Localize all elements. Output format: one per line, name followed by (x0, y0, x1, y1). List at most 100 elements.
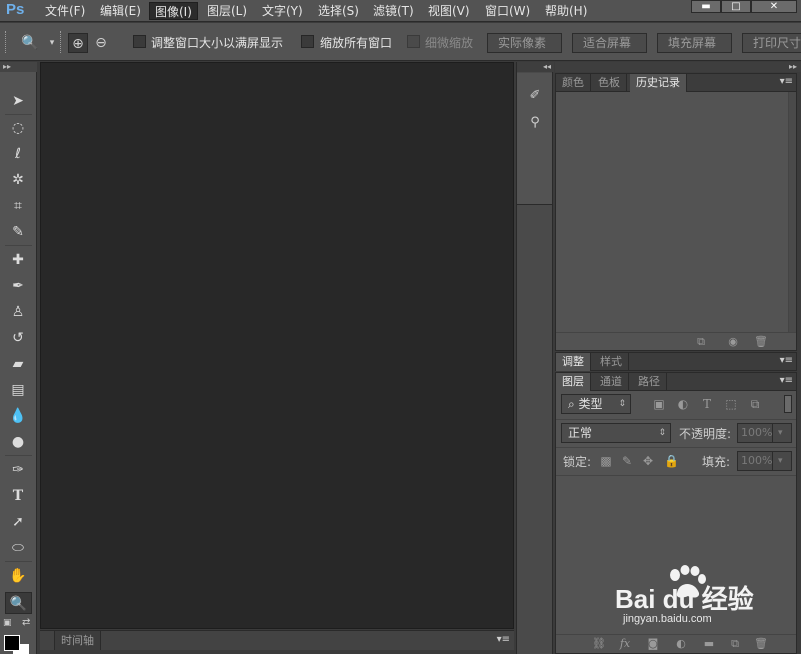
brushes-icon[interactable]: ✐ (526, 87, 544, 105)
menu-select[interactable]: 选择(S) (313, 2, 364, 20)
timeline-menu-icon[interactable]: ▾≡ (497, 634, 510, 645)
zoom-tool-preset-icon[interactable]: 🔍 (20, 33, 40, 53)
blur-tool-icon[interactable]: 💧 (7, 405, 29, 427)
brush-presets-icon[interactable]: ⚲ (526, 114, 544, 132)
blend-mode-value: 正常 (568, 426, 593, 440)
foreground-color-swatch[interactable] (4, 635, 20, 651)
lock-label: 锁定: (563, 455, 592, 469)
history-brush-tool-icon[interactable]: ↺ (7, 327, 29, 349)
fill-input[interactable]: 100% (737, 451, 773, 471)
menu-window[interactable]: 窗口(W) (480, 2, 535, 20)
zoom-tool-icon[interactable]: 🔍 (5, 592, 32, 614)
filter-smart-object-icon[interactable]: ⧉ (748, 397, 762, 411)
filter-adjustment-layer-icon[interactable]: ◐ (676, 397, 690, 411)
tools-collapse-icon[interactable]: ▸▸ (0, 62, 37, 72)
path-selection-tool-icon[interactable]: ➚ (7, 511, 29, 533)
new-layer-icon[interactable]: ⧉ (728, 637, 742, 651)
menu-help[interactable]: 帮助(H) (540, 2, 592, 20)
move-tool-icon[interactable]: ➤ (7, 90, 29, 112)
tab-styles[interactable]: 样式 (594, 353, 629, 371)
history-panel-menu-icon[interactable]: ▾≡ (780, 76, 793, 87)
new-group-icon[interactable]: ▬ (702, 637, 716, 651)
layers-panel-menu-icon[interactable]: ▾≡ (780, 375, 793, 386)
add-mask-icon[interactable]: ◙ (646, 637, 660, 651)
layers-separator (556, 475, 796, 476)
pen-tool-icon[interactable]: ✑ (7, 459, 29, 481)
adjustments-panel-menu-icon[interactable]: ▾≡ (780, 355, 793, 366)
maximize-button[interactable]: □ (721, 0, 751, 13)
link-layers-icon[interactable]: ⛓ (592, 637, 606, 651)
dock-expand-icon[interactable]: ◂◂ (517, 62, 554, 72)
timeline-panel: 时间轴 ▾≡ (40, 630, 514, 650)
opacity-dropdown-icon[interactable]: ▾ (772, 423, 792, 443)
tab-channels[interactable]: 通道 (594, 373, 629, 391)
history-panel: 颜色 色板 历史记录 ▾≡ ⧉ ◉ 🗑 (555, 73, 797, 351)
lasso-tool-icon[interactable]: ℓ (7, 143, 29, 165)
crop-tool-icon[interactable]: ⌗ (7, 195, 29, 217)
fill-dropdown-icon[interactable]: ▾ (772, 451, 792, 471)
lock-image-pixels-icon[interactable]: ✎ (620, 454, 634, 468)
filter-type-layer-icon[interactable]: T (700, 397, 714, 411)
close-button[interactable]: ✕ (751, 0, 797, 13)
print-size-button[interactable]: 打印尺寸 (742, 33, 801, 53)
dodge-tool-icon[interactable]: ● (7, 431, 29, 453)
document-canvas-area[interactable] (40, 62, 514, 629)
menu-type[interactable]: 文字(Y) (257, 2, 308, 20)
clone-stamp-tool-icon[interactable]: ♙ (7, 301, 29, 323)
actual-pixels-button[interactable]: 实际像素 (487, 33, 562, 53)
tab-layers[interactable]: 图层 (556, 373, 591, 391)
filter-shape-layer-icon[interactable]: ⬚ (724, 397, 738, 411)
healing-brush-tool-icon[interactable]: ✚ (7, 249, 29, 271)
minimize-button[interactable]: ▬ (691, 0, 721, 13)
zoom-all-windows-checkbox[interactable] (301, 35, 314, 48)
layer-filter-kind-select[interactable]: ⌕ 类型 ⇕ (561, 394, 631, 414)
delete-state-icon[interactable]: 🗑 (754, 335, 768, 349)
lock-position-icon[interactable]: ✥ (641, 454, 655, 468)
menu-image[interactable]: 图像(I) (149, 2, 198, 20)
tab-paths[interactable]: 路径 (632, 373, 667, 391)
menu-view[interactable]: 视图(V) (423, 2, 475, 20)
lock-transparent-pixels-icon[interactable]: ▩ (599, 454, 613, 468)
tab-history[interactable]: 历史记录 (630, 74, 687, 92)
tab-adjustments[interactable]: 调整 (556, 353, 591, 371)
eraser-tool-icon[interactable]: ▰ (7, 353, 29, 375)
menu-filter[interactable]: 滤镜(T) (368, 2, 419, 20)
opacity-input[interactable]: 100% (737, 423, 773, 443)
tab-timeline[interactable]: 时间轴 (54, 631, 101, 650)
tab-swatches[interactable]: 色板 (592, 74, 627, 92)
zoom-in-icon[interactable]: ⊕ (68, 33, 88, 53)
brush-tool-icon[interactable]: ✒ (7, 275, 29, 297)
ellipse-tool-icon[interactable]: ⬭ (7, 537, 29, 559)
scrubby-zoom-checkbox[interactable] (407, 35, 420, 48)
filter-pixel-layer-icon[interactable]: ▣ (652, 397, 666, 411)
tab-color[interactable]: 颜色 (556, 74, 591, 92)
eyedropper-tool-icon[interactable]: ✎ (7, 221, 29, 243)
fill-screen-button[interactable]: 填充屏幕 (657, 33, 732, 53)
options-bar-grip[interactable] (5, 31, 8, 53)
menu-file[interactable]: 文件(F) (40, 2, 90, 20)
preset-dropdown-arrow-icon[interactable]: ▾ (42, 33, 62, 53)
fit-screen-button[interactable]: 适合屏幕 (572, 33, 647, 53)
zoom-out-icon[interactable]: ⊖ (91, 33, 111, 53)
menu-layer[interactable]: 图层(L) (202, 2, 252, 20)
magic-wand-tool-icon[interactable]: ✲ (7, 169, 29, 191)
type-tool-icon[interactable]: T (7, 485, 29, 507)
panels-collapse-icon[interactable]: ▸▸ (555, 62, 801, 72)
swap-colors-icon[interactable]: ⇄ (22, 617, 30, 628)
delete-layer-icon[interactable]: 🗑 (754, 637, 768, 651)
blend-mode-select[interactable]: 正常 ⇕ (561, 423, 671, 443)
new-document-from-state-icon[interactable]: ⧉ (694, 335, 708, 349)
lock-all-icon[interactable]: 🔒 (664, 454, 679, 468)
hand-tool-icon[interactable]: ✋ (7, 565, 29, 587)
layer-style-icon[interactable]: fx (618, 637, 632, 651)
new-snapshot-icon[interactable]: ◉ (726, 335, 740, 349)
default-colors-icon[interactable]: ▣ (3, 618, 12, 628)
menu-edit[interactable]: 编辑(E) (95, 2, 146, 20)
filter-toggle-switch[interactable] (784, 395, 792, 413)
marquee-tool-icon[interactable]: ◌ (7, 117, 29, 139)
new-adjustment-layer-icon[interactable]: ◐ (674, 637, 688, 651)
resize-windows-checkbox[interactable] (133, 35, 146, 48)
menu-bar: Ps 文件(F) 编辑(E) 图像(I) 图层(L) 文字(Y) 选择(S) 滤… (0, 0, 801, 22)
gradient-tool-icon[interactable]: ▤ (7, 379, 29, 401)
history-scrollbar[interactable] (788, 92, 796, 332)
